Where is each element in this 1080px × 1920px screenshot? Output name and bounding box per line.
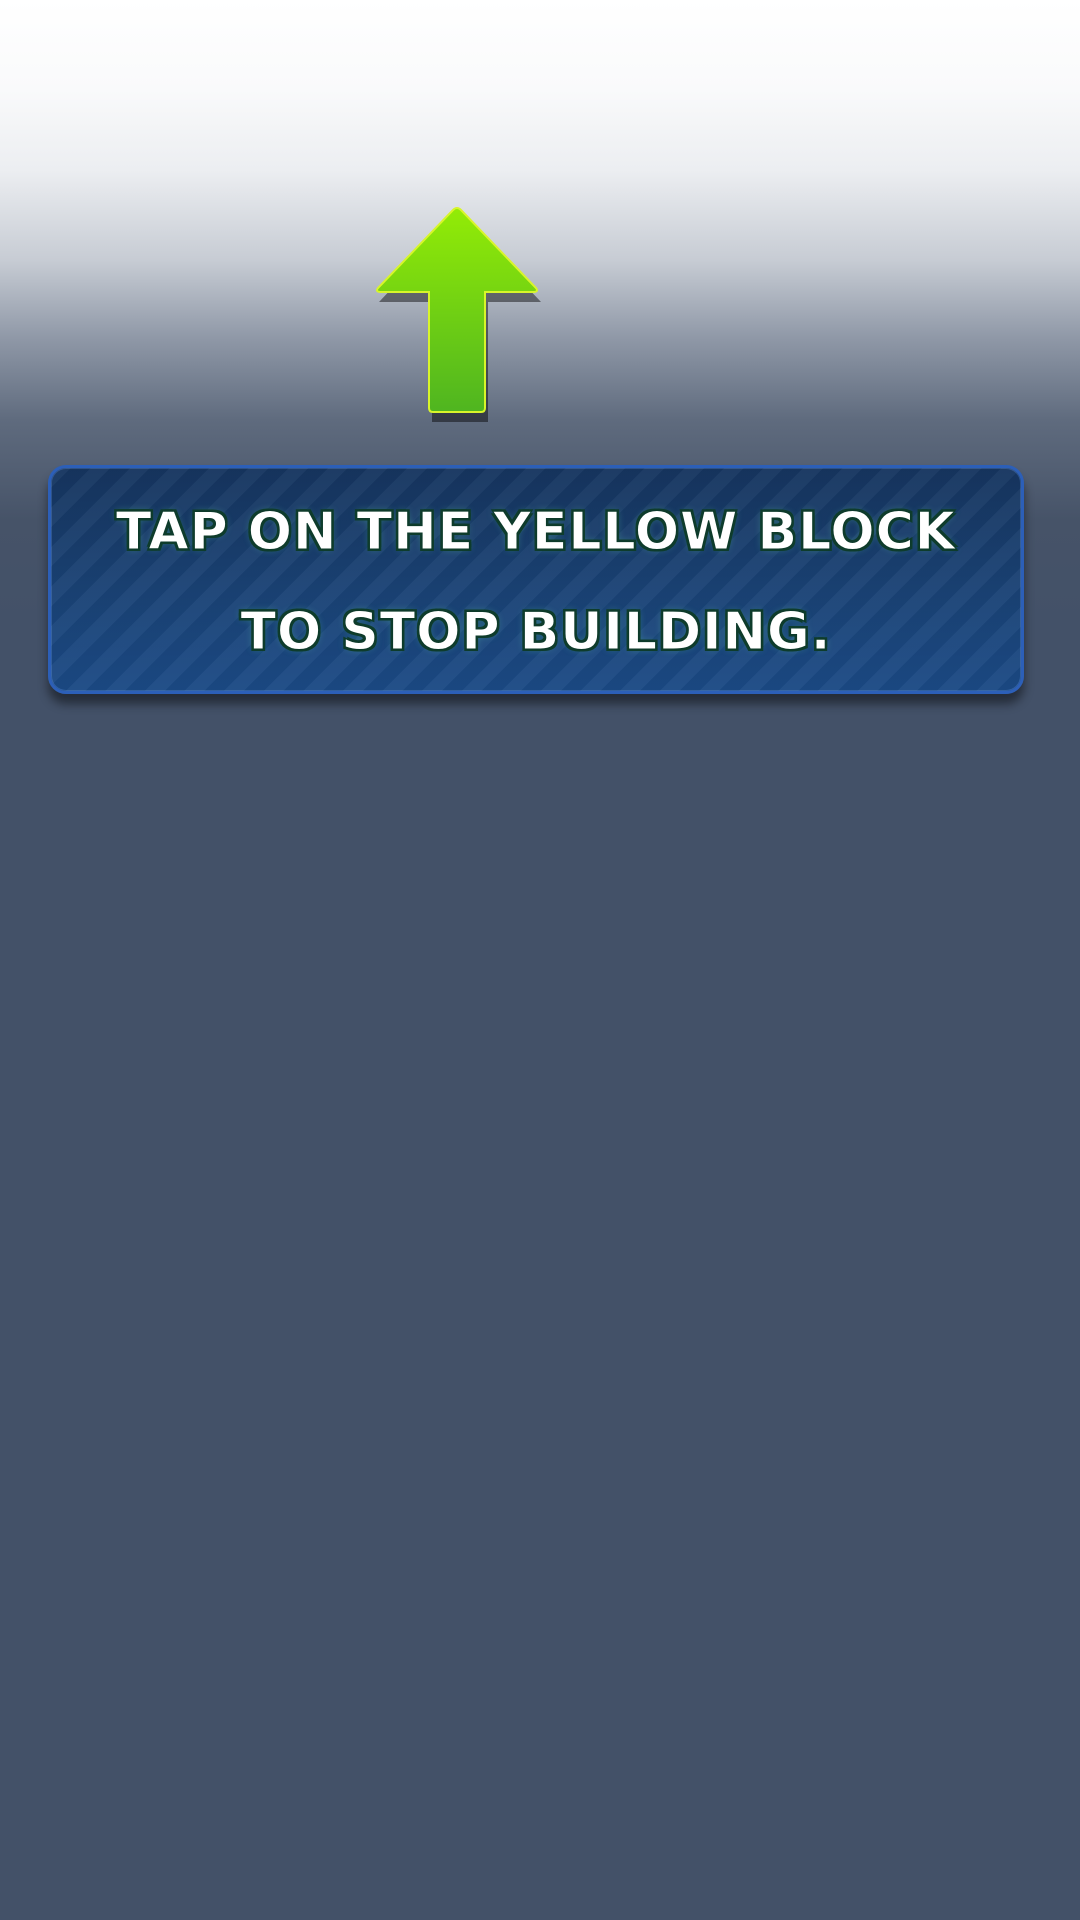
tutorial-text-line-2: TO STOP BUILDING. [240,602,832,663]
up-arrow-icon [376,206,541,422]
game-screen[interactable]: TAP ON THE YELLOW BLOCK TO STOP BUILDING… [0,0,1080,1920]
tutorial-text-line-1: TAP ON THE YELLOW BLOCK [115,502,957,563]
tutorial-message-panel: TAP ON THE YELLOW BLOCK TO STOP BUILDING… [48,465,1024,694]
